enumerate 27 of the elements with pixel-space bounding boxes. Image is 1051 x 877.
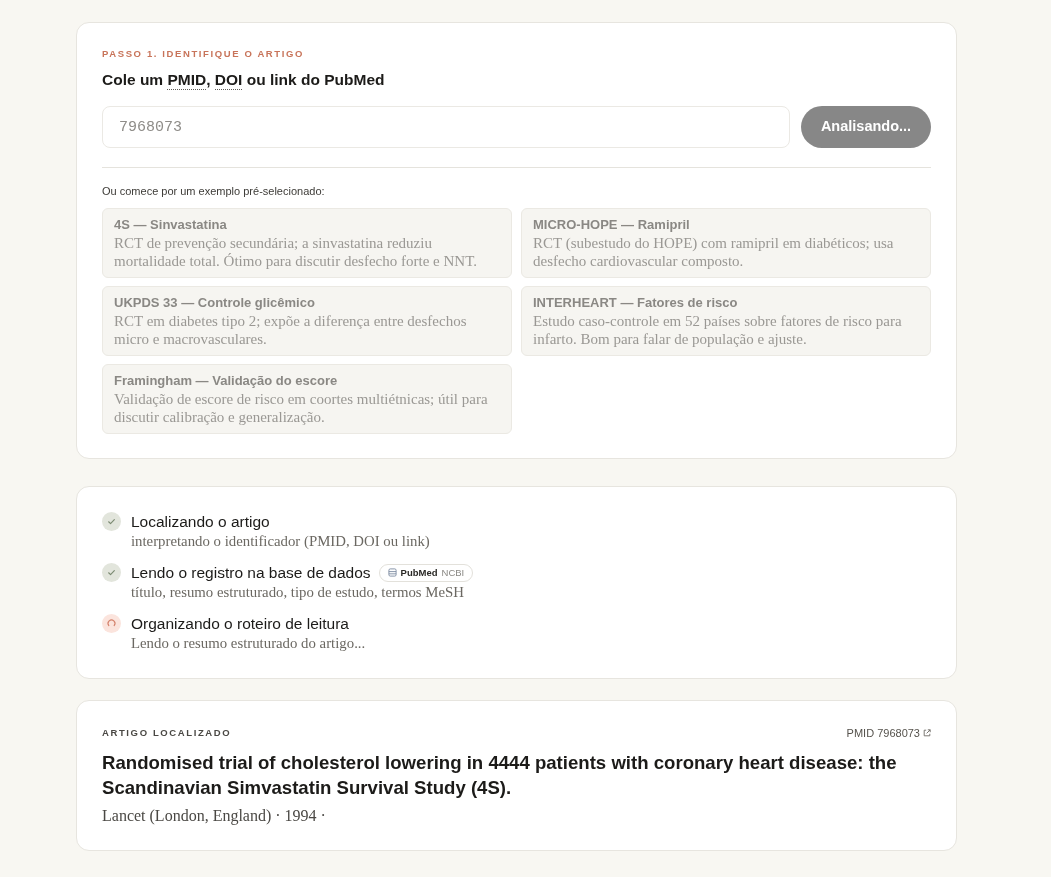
pmid-link[interactable]: PMID 7968073 (846, 725, 931, 742)
example-description: RCT (subestudo do HOPE) com ramipril em diabéticos; usa desfecho cardiovascular composto. (533, 234, 895, 270)
step-title: Lendo o registro na base de dados (131, 563, 371, 583)
external-link-icon (923, 729, 931, 738)
example-title: INTERHEART — Fatores de risco (533, 294, 739, 312)
article-meta: Lancet (London, England) · 1994 · (102, 805, 327, 826)
source-org: NCBI (441, 565, 465, 580)
step-detail: Lendo o resumo estruturado do artigo... (131, 634, 366, 653)
input-heading: Cole um PMID, DOI ou link do PubMed (102, 70, 386, 90)
example-title: MICRO-HOPE — Ramipril (533, 216, 691, 234)
step-label: PASSO 1. IDENTIFIQUE O ARTIGO (102, 47, 306, 61)
examples-label: Ou comece por um exemplo pré-selecionado: (102, 184, 326, 198)
article-label: ARTIGO LOCALIZADO (102, 726, 232, 741)
example-description: Validação de escore de risco em coortes multiétnicas; útil para discutir calibração e generalização. (114, 390, 489, 426)
step-detail: interpretando o identificador (PMID, DOI ou link) (131, 532, 430, 551)
example-title: UKPDS 33 — Controle glicêmico (114, 294, 316, 312)
step-detail: título, resumo estruturado, tipo de estudo, termos MeSH (131, 583, 465, 602)
source-name: PubMed (400, 565, 438, 580)
example-title: 4S — Sinvastatina (114, 216, 228, 234)
example-description: Estudo caso-controle em 52 países sobre fatores de risco para infarto. Bom para falar de população e ajuste. (533, 312, 903, 348)
article-title: Randomised trial of cholesterol lowering in 4444 patients with coronary heart disease: the Scandinavian Simvastatin Survival Study (4S). (102, 750, 898, 800)
step-title: Organizando o roteiro de leitura (131, 614, 349, 634)
example-description: RCT de prevenção secundária; a sinvastatina reduziu mortalidade total. Ótimo para discutir desfecho forte e NNT. (114, 234, 478, 270)
example-title: Framingham — Validação do escore (114, 372, 339, 390)
step-title: Localizando o artigo (131, 512, 270, 532)
database-icon (387, 568, 397, 577)
example-description: RCT em diabetes tipo 2; expõe a diferença entre desfechos micro e macrovasculares. (114, 312, 468, 348)
